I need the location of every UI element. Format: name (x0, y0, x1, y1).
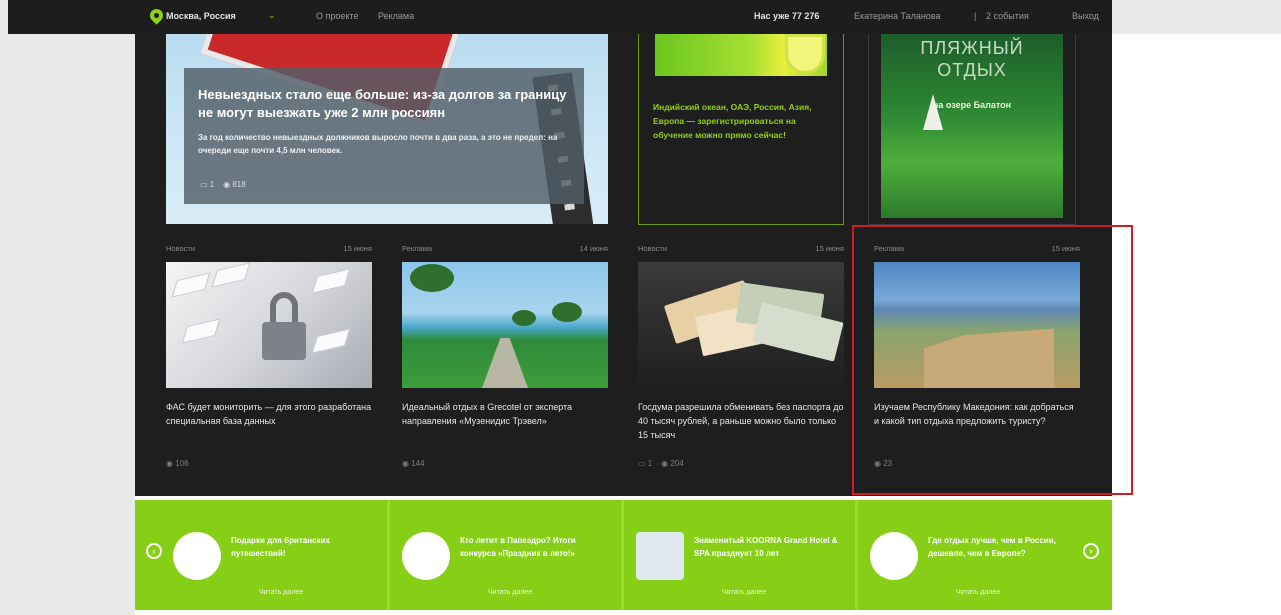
right-gutter (1112, 34, 1281, 615)
card-date: 15 июня (343, 244, 372, 253)
carousel-item[interactable]: Где отдых лучше, чем в России, дешевле, … (858, 500, 1088, 610)
partner-carousel: Подарки для британских путешествий! Чита… (135, 500, 1112, 610)
read-more-link[interactable]: Читать далее (722, 589, 766, 596)
padlock-icon (262, 292, 306, 362)
events-link[interactable]: 2 события (986, 11, 1029, 21)
card-title[interactable]: ФАС будет мониторить — для этого разрабо… (166, 400, 372, 428)
carousel-prev-arrow-icon[interactable]: ‹ (146, 543, 162, 559)
key-shape (311, 268, 351, 294)
carousel-next-arrow-icon[interactable]: › (1083, 543, 1099, 559)
carousel-item-text[interactable]: Где отдых лучше, чем в России, дешевле, … (928, 534, 1078, 560)
card-category[interactable]: Новости (638, 244, 667, 253)
garden-path (482, 338, 528, 388)
hero-comments: 1 (209, 180, 215, 189)
card-date: 15 июня (815, 244, 844, 253)
carousel-item-text[interactable]: Знаменитый KOORNA Grand Hotel & SPA праз… (694, 534, 844, 560)
partner-logo (636, 532, 684, 580)
hero-meta: ▭ 1 ◉ 818 (200, 180, 246, 189)
city-selector[interactable]: Москва, Россия (166, 11, 236, 21)
eye-icon: ◉ (223, 180, 231, 189)
key-shape (181, 318, 221, 344)
comment-icon: ▭ (638, 459, 646, 468)
carousel-item-text[interactable]: Подарки для британских путешествий! (231, 534, 381, 560)
card-category[interactable]: Новости (166, 244, 195, 253)
top-bar: Москва, Россия ⌄ О проекте Реклама Нас у… (0, 0, 1281, 34)
read-more-link[interactable]: Читать далее (956, 589, 1000, 596)
read-more-link[interactable]: Читать далее (488, 589, 532, 596)
card-image-keyboard-lock[interactable] (166, 262, 372, 388)
carousel-item-text[interactable]: Кто летит в Папеэдро? Итоги конкурса «Пр… (460, 534, 610, 560)
tree-shape (512, 310, 536, 326)
top-bar-inner: Москва, Россия ⌄ О проекте Реклама Нас у… (8, 0, 1112, 34)
promo-beach-subtitle: на озере Балатон (932, 100, 1012, 110)
tree-shape (410, 264, 454, 292)
partner-logo (870, 532, 918, 580)
promo-beach-image: ПЛЯЖНЫЙ ОТДЫХ на озере Балатон (881, 34, 1063, 218)
partner-logo (173, 532, 221, 580)
user-name[interactable]: Екатерина Таланова (854, 11, 941, 21)
card-date: 14 июня (579, 244, 608, 253)
eye-icon: ◉ (661, 459, 669, 468)
hero-subtitle: За год количество невыездных должников в… (198, 133, 558, 155)
logout-link[interactable]: Выход (1072, 11, 1099, 21)
divider: | (974, 11, 977, 21)
link-about[interactable]: О проекте (316, 11, 358, 21)
eye-icon: ◉ (166, 459, 173, 468)
carousel-item[interactable]: Кто летит в Папеэдро? Итоги конкурса «Пр… (390, 500, 620, 610)
partner-logo (402, 532, 450, 580)
card-views: ◉ 144 (402, 459, 425, 468)
comment-icon: ▭ (200, 180, 208, 189)
tree-shape (552, 302, 582, 322)
key-shape (311, 328, 351, 354)
key-shape (211, 262, 251, 288)
promo-beach-title-2: ОТДЫХ (937, 60, 1007, 80)
promo-beach[interactable]: ПЛЯЖНЫЙ ОТДЫХ на озере Балатон (868, 34, 1076, 225)
promo-ocean-text[interactable]: Индийский океан, ОАЭ, Россия, Азия, Евро… (653, 100, 833, 142)
card-title[interactable]: Идеальный отдых в Grecotel от эксперта н… (402, 400, 608, 428)
card-views-count: 144 (411, 459, 425, 468)
hero-views: 818 (232, 180, 246, 189)
carousel-item[interactable]: Подарки для британских путешествий! Чита… (161, 500, 391, 610)
read-more-link[interactable]: Читать далее (259, 589, 303, 596)
highlight-frame (852, 225, 1133, 495)
card-views: ◉ 106 (166, 459, 189, 468)
chevron-down-icon[interactable]: ⌄ (268, 10, 276, 21)
location-pin-icon (147, 6, 166, 25)
card-category[interactable]: Реклама (402, 244, 432, 253)
banknote-shape (752, 302, 844, 362)
carousel-item[interactable]: Знаменитый KOORNA Grand Hotel & SPA праз… (624, 500, 854, 610)
news-card[interactable]: Реклама 14 июня Идеальный отдых в Grecot… (402, 244, 608, 484)
card-image-garden[interactable] (402, 262, 608, 388)
card-views-count: 106 (175, 459, 189, 468)
card-title[interactable]: Госдума разрешила обменивать без паспорт… (638, 400, 844, 442)
card-image-money[interactable] (638, 262, 844, 388)
eye-icon: ◉ (402, 459, 409, 468)
link-ads[interactable]: Реклама (378, 11, 414, 21)
promo-ocean[interactable]: Индийский океан, ОАЭ, Россия, Азия, Евро… (638, 34, 844, 225)
news-card[interactable]: Новости 15 июня Госдума разрешила обмени… (638, 244, 844, 484)
lime-slice-image (785, 34, 825, 74)
members-count: Нас уже 77 276 (754, 11, 820, 21)
hero-caption-box: Невыездных стало еще больше: из-за долго… (184, 68, 584, 204)
promo-beach-title-1: ПЛЯЖНЫЙ (920, 38, 1024, 58)
key-shape (171, 272, 211, 298)
left-gutter (0, 34, 135, 615)
card-views: ▭ 1 ◉ 204 (638, 459, 684, 468)
hero-story[interactable]: Невыездных стало еще больше: из-за долго… (166, 34, 608, 224)
card-comments-count: 1 (647, 459, 653, 468)
card-views-count: 204 (670, 459, 684, 468)
hero-title[interactable]: Невыездных стало еще больше: из-за долго… (198, 86, 570, 122)
news-card[interactable]: Новости 15 июня ФАС будет мониторить — д… (166, 244, 372, 484)
